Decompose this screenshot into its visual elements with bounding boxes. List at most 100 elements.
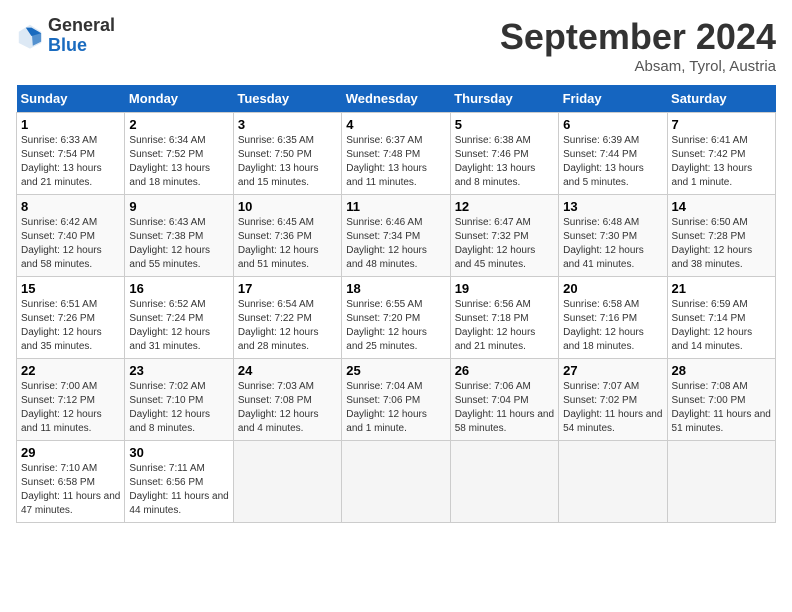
day-info: Sunrise: 6:39 AMSunset: 7:44 PMDaylight:… xyxy=(563,134,662,190)
day-number: 2 xyxy=(129,117,228,132)
header-wednesday: Wednesday xyxy=(342,85,450,113)
day-info: Sunrise: 6:48 AMSunset: 7:30 PMDaylight:… xyxy=(563,216,662,272)
calendar-cell: 13Sunrise: 6:48 AMSunset: 7:30 PMDayligh… xyxy=(559,195,667,277)
day-info: Sunrise: 6:34 AMSunset: 7:52 PMDaylight:… xyxy=(129,134,228,190)
day-number: 7 xyxy=(672,117,771,132)
day-number: 20 xyxy=(563,281,662,296)
calendar-header: Sunday Monday Tuesday Wednesday Thursday… xyxy=(17,85,776,113)
calendar-cell: 2 Sunrise: 6:34 AMSunset: 7:52 PMDaylight… xyxy=(125,113,233,195)
day-info: Sunrise: 6:54 AMSunset: 7:22 PMDaylight:… xyxy=(238,298,337,354)
day-info: Sunrise: 6:59 AMSunset: 7:14 PMDaylight:… xyxy=(672,298,771,354)
calendar-cell: 6 Sunrise: 6:39 AMSunset: 7:44 PMDaylight… xyxy=(559,113,667,195)
calendar-cell: 28Sunrise: 7:08 AMSunset: 7:00 PMDayligh… xyxy=(667,359,775,441)
calendar-cell: 18 Sunrise: 6:55 AMSunset: 7:20 PMDayligh… xyxy=(342,277,450,359)
day-info: Sunrise: 7:11 AMSunset: 6:56 PMDaylight:… xyxy=(129,462,228,518)
day-number: 23 xyxy=(129,363,228,378)
calendar-cell: 8 Sunrise: 6:42 AMSunset: 7:40 PMDaylight… xyxy=(17,195,125,277)
day-info: Sunrise: 7:07 AMSunset: 7:02 PMDaylight:… xyxy=(563,380,662,436)
header-thursday: Thursday xyxy=(450,85,558,113)
day-info: Sunrise: 7:03 AMSunset: 7:08 PMDaylight:… xyxy=(238,380,337,436)
day-info: Sunrise: 7:00 AMSunset: 7:12 PMDaylight:… xyxy=(21,380,120,436)
logo: General Blue xyxy=(16,16,115,56)
day-info: Sunrise: 6:46 AMSunset: 7:34 PMDaylight:… xyxy=(346,216,445,272)
day-info: Sunrise: 6:42 AMSunset: 7:40 PMDaylight:… xyxy=(21,216,120,272)
calendar-cell xyxy=(233,441,341,523)
day-number: 1 xyxy=(21,117,120,132)
calendar-week-5: 29 Sunrise: 7:10 AMSunset: 6:58 PMDayligh… xyxy=(17,441,776,523)
day-info: Sunrise: 6:47 AMSunset: 7:32 PMDaylight:… xyxy=(455,216,554,272)
day-info: Sunrise: 6:56 AMSunset: 7:18 PMDaylight:… xyxy=(455,298,554,354)
header-row: Sunday Monday Tuesday Wednesday Thursday… xyxy=(17,85,776,113)
day-number: 12 xyxy=(455,199,554,214)
calendar-cell xyxy=(667,441,775,523)
calendar-cell xyxy=(559,441,667,523)
calendar-cell: 10Sunrise: 6:45 AMSunset: 7:36 PMDayligh… xyxy=(233,195,341,277)
day-info: Sunrise: 6:38 AMSunset: 7:46 PMDaylight:… xyxy=(455,134,554,190)
day-number: 22 xyxy=(21,363,120,378)
header-monday: Monday xyxy=(125,85,233,113)
day-info: Sunrise: 6:50 AMSunset: 7:28 PMDaylight:… xyxy=(672,216,771,272)
logo-icon xyxy=(16,22,44,50)
day-number: 26 xyxy=(455,363,554,378)
day-info: Sunrise: 6:58 AMSunset: 7:16 PMDaylight:… xyxy=(563,298,662,354)
calendar-cell: 25 Sunrise: 7:04 AMSunset: 7:06 PMDayligh… xyxy=(342,359,450,441)
day-info: Sunrise: 6:45 AMSunset: 7:36 PMDaylight:… xyxy=(238,216,337,272)
day-info: Sunrise: 7:04 AMSunset: 7:06 PMDaylight:… xyxy=(346,380,445,436)
day-number: 29 xyxy=(21,445,120,460)
calendar-cell: 29 Sunrise: 7:10 AMSunset: 6:58 PMDayligh… xyxy=(17,441,125,523)
day-number: 3 xyxy=(238,117,337,132)
calendar-cell: 24 Sunrise: 7:03 AMSunset: 7:08 PMDayligh… xyxy=(233,359,341,441)
calendar-cell: 12 Sunrise: 6:47 AMSunset: 7:32 PMDayligh… xyxy=(450,195,558,277)
calendar-week-4: 22 Sunrise: 7:00 AMSunset: 7:12 PMDayligh… xyxy=(17,359,776,441)
day-info: Sunrise: 6:33 AMSunset: 7:54 PMDaylight:… xyxy=(21,134,120,190)
calendar-table: Sunday Monday Tuesday Wednesday Thursday… xyxy=(16,85,776,523)
calendar-cell: 4Sunrise: 6:37 AMSunset: 7:48 PMDaylight… xyxy=(342,113,450,195)
title-block: September 2024 Absam, Tyrol, Austria xyxy=(500,16,776,75)
calendar-cell: 16Sunrise: 6:52 AMSunset: 7:24 PMDayligh… xyxy=(125,277,233,359)
day-number: 18 xyxy=(346,281,445,296)
day-info: Sunrise: 6:41 AMSunset: 7:42 PMDaylight:… xyxy=(672,134,771,190)
day-info: Sunrise: 6:51 AMSunset: 7:26 PMDaylight:… xyxy=(21,298,120,354)
day-number: 19 xyxy=(455,281,554,296)
header-friday: Friday xyxy=(559,85,667,113)
day-number: 25 xyxy=(346,363,445,378)
calendar-body: 1 Sunrise: 6:33 AMSunset: 7:54 PMDaylight… xyxy=(17,113,776,523)
month-title: September 2024 xyxy=(500,16,776,58)
calendar-cell: 21 Sunrise: 6:59 AMSunset: 7:14 PMDayligh… xyxy=(667,277,775,359)
calendar-cell: 19 Sunrise: 6:56 AMSunset: 7:18 PMDayligh… xyxy=(450,277,558,359)
day-number: 6 xyxy=(563,117,662,132)
day-number: 17 xyxy=(238,281,337,296)
day-number: 14 xyxy=(672,199,771,214)
header-saturday: Saturday xyxy=(667,85,775,113)
calendar-cell: 9Sunrise: 6:43 AMSunset: 7:38 PMDaylight… xyxy=(125,195,233,277)
calendar-cell: 22 Sunrise: 7:00 AMSunset: 7:12 PMDayligh… xyxy=(17,359,125,441)
day-number: 21 xyxy=(672,281,771,296)
day-number: 15 xyxy=(21,281,120,296)
day-number: 8 xyxy=(21,199,120,214)
page-header: General Blue September 2024 Absam, Tyrol… xyxy=(16,16,776,75)
calendar-cell: 1 Sunrise: 6:33 AMSunset: 7:54 PMDaylight… xyxy=(17,113,125,195)
day-number: 24 xyxy=(238,363,337,378)
day-info: Sunrise: 6:55 AMSunset: 7:20 PMDaylight:… xyxy=(346,298,445,354)
calendar-cell: 23Sunrise: 7:02 AMSunset: 7:10 PMDayligh… xyxy=(125,359,233,441)
day-info: Sunrise: 6:52 AMSunset: 7:24 PMDaylight:… xyxy=(129,298,228,354)
header-tuesday: Tuesday xyxy=(233,85,341,113)
logo-text: General Blue xyxy=(48,16,115,56)
calendar-cell: 3 Sunrise: 6:35 AMSunset: 7:50 PMDaylight… xyxy=(233,113,341,195)
calendar-cell xyxy=(342,441,450,523)
calendar-cell: 20 Sunrise: 6:58 AMSunset: 7:16 PMDayligh… xyxy=(559,277,667,359)
day-info: Sunrise: 6:43 AMSunset: 7:38 PMDaylight:… xyxy=(129,216,228,272)
calendar-cell: 26 Sunrise: 7:06 AMSunset: 7:04 PMDayligh… xyxy=(450,359,558,441)
day-number: 27 xyxy=(563,363,662,378)
day-info: Sunrise: 6:35 AMSunset: 7:50 PMDaylight:… xyxy=(238,134,337,190)
day-number: 5 xyxy=(455,117,554,132)
calendar-cell: 30Sunrise: 7:11 AMSunset: 6:56 PMDayligh… xyxy=(125,441,233,523)
calendar-cell: 27 Sunrise: 7:07 AMSunset: 7:02 PMDayligh… xyxy=(559,359,667,441)
calendar-week-1: 1 Sunrise: 6:33 AMSunset: 7:54 PMDaylight… xyxy=(17,113,776,195)
day-info: Sunrise: 7:06 AMSunset: 7:04 PMDaylight:… xyxy=(455,380,554,436)
calendar-cell: 7 Sunrise: 6:41 AMSunset: 7:42 PMDaylight… xyxy=(667,113,775,195)
calendar-cell: 11 Sunrise: 6:46 AMSunset: 7:34 PMDayligh… xyxy=(342,195,450,277)
day-info: Sunrise: 7:10 AMSunset: 6:58 PMDaylight:… xyxy=(21,462,120,518)
day-number: 11 xyxy=(346,199,445,214)
calendar-cell: 17 Sunrise: 6:54 AMSunset: 7:22 PMDayligh… xyxy=(233,277,341,359)
